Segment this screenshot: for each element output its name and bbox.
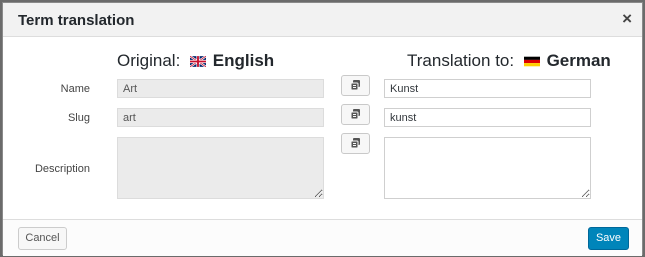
translation-heading-prefix: Translation to: bbox=[407, 51, 515, 70]
slug-label: Slug bbox=[67, 112, 90, 124]
original-heading-prefix: Original: bbox=[117, 51, 181, 70]
translated-description-field[interactable] bbox=[384, 137, 591, 199]
uk-flag-icon bbox=[189, 52, 207, 72]
translated-slug-field[interactable] bbox=[384, 108, 591, 127]
original-language-heading: Original: English bbox=[117, 51, 274, 72]
copy-name-button[interactable] bbox=[341, 75, 370, 96]
original-slug-field bbox=[117, 108, 324, 127]
dialog-title: Term translation bbox=[18, 12, 135, 29]
term-translation-dialog: Term translation × Original: English Tra… bbox=[2, 2, 643, 256]
dialog-header: Term translation × bbox=[3, 3, 642, 37]
copy-icon bbox=[350, 138, 360, 149]
copy-icon bbox=[350, 109, 360, 120]
translation-language-heading: Translation to: German bbox=[407, 51, 611, 72]
translated-name-field[interactable] bbox=[384, 79, 591, 98]
copy-slug-button[interactable] bbox=[341, 104, 370, 125]
copy-description-button[interactable] bbox=[341, 133, 370, 154]
description-label: Description bbox=[34, 163, 90, 175]
original-language-name: English bbox=[212, 51, 275, 70]
name-label: Name bbox=[60, 83, 90, 95]
save-button[interactable]: Save bbox=[588, 227, 629, 250]
translation-language-name: German bbox=[546, 51, 611, 70]
original-name-field bbox=[117, 79, 324, 98]
germany-flag-icon bbox=[523, 52, 540, 72]
cancel-button[interactable]: Cancel bbox=[18, 227, 67, 250]
copy-icon bbox=[350, 80, 360, 91]
close-icon[interactable]: × bbox=[622, 10, 632, 27]
dialog-footer: Cancel Save bbox=[3, 219, 642, 256]
original-description-field bbox=[117, 137, 324, 199]
